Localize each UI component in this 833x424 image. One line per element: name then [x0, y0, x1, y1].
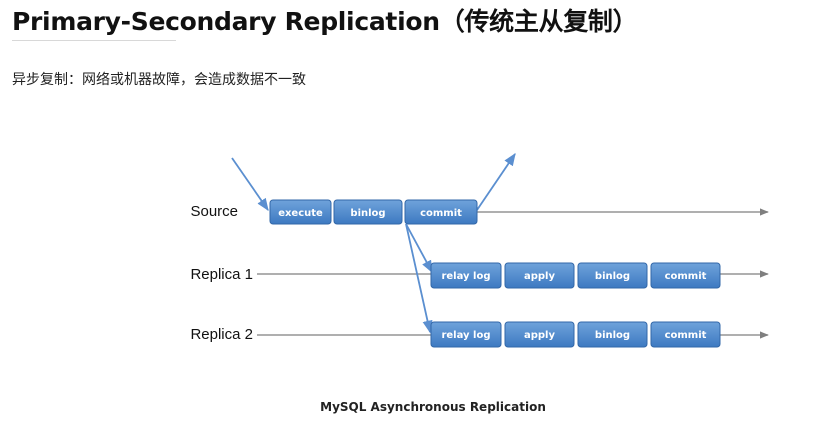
replica2-step-binlog: binlog	[577, 321, 648, 348]
source-step-commit-label: commit	[420, 208, 462, 219]
diagram-caption: MySQL Asynchronous Replication	[320, 400, 546, 414]
source-step-binlog: binlog	[333, 199, 403, 225]
replica1-step-binlog: binlog	[577, 262, 648, 289]
replica2-step-relay-log: relay log	[430, 321, 502, 348]
source-step-commit: commit	[404, 199, 478, 225]
replication-diagram: Source Replica 1 Replica 2 execute binlo…	[190, 152, 769, 348]
replica1-step-apply-label: apply	[524, 271, 555, 282]
source-step-binlog-label: binlog	[350, 208, 385, 219]
replica1-step-binlog-label: binlog	[595, 271, 630, 282]
replica1-step-relay-log-label: relay log	[441, 271, 490, 282]
row-label-source: Source	[190, 203, 238, 220]
row-label-replica-1: Replica 1	[190, 266, 253, 283]
source-step-execute: execute	[269, 199, 332, 225]
replicate-to-replica1-arrow	[405, 223, 433, 274]
replica1-step-commit: commit	[650, 262, 721, 289]
replica1-step-commit-label: commit	[665, 271, 707, 282]
source-step-execute-label: execute	[278, 208, 323, 219]
replica1-step-apply: apply	[504, 262, 575, 289]
client-response-arrow	[476, 152, 516, 211]
replica2-step-binlog-label: binlog	[595, 330, 630, 341]
replica2-step-commit-label: commit	[665, 330, 707, 341]
replica2-step-relay-log-label: relay log	[441, 330, 490, 341]
replica1-step-relay-log: relay log	[430, 262, 502, 289]
replica2-step-apply-label: apply	[524, 330, 555, 341]
row-label-replica-2: Replica 2	[190, 326, 253, 343]
replica2-step-commit: commit	[650, 321, 721, 348]
replica2-step-apply: apply	[504, 321, 575, 348]
replicate-to-replica2-arrow	[405, 223, 433, 334]
